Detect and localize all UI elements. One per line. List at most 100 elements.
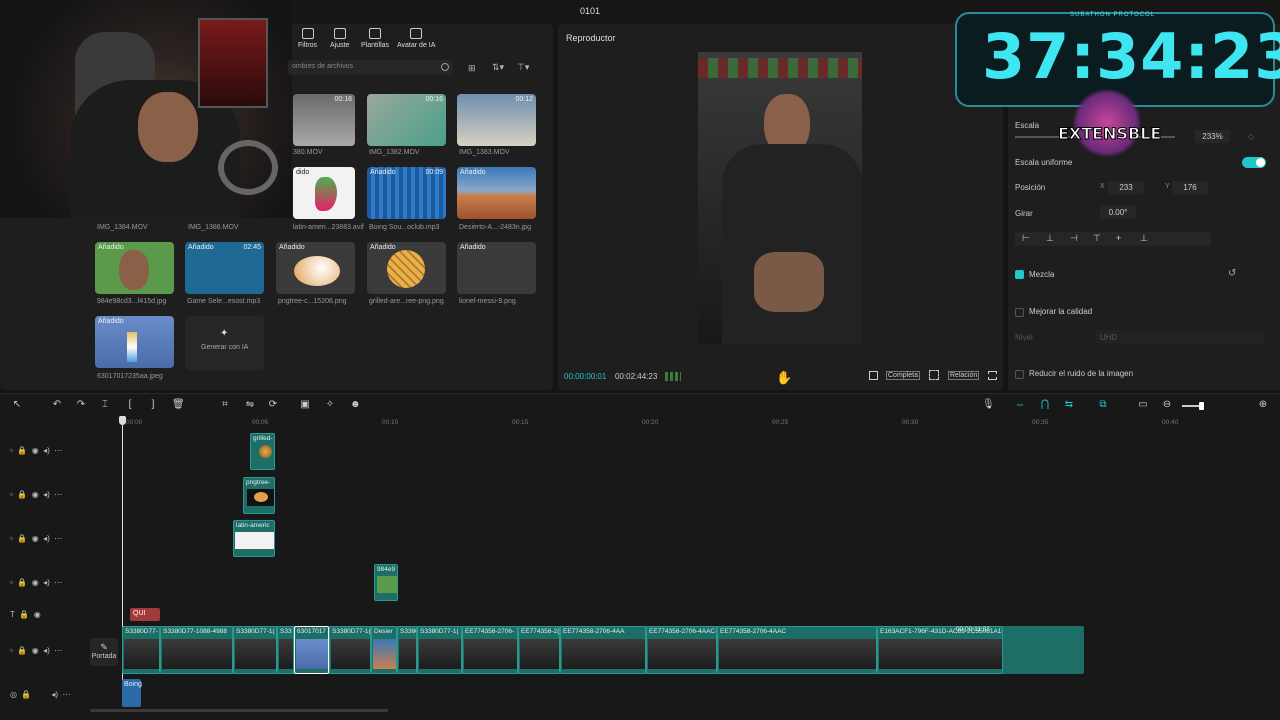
split-icon[interactable]: ⌶ <box>100 400 110 410</box>
snap-icon[interactable]: ⇆ <box>1064 400 1074 410</box>
media-thumb[interactable]: dido <box>293 167 355 219</box>
shelf-image <box>698 58 862 78</box>
text-clip[interactable]: QUI <box>130 608 160 621</box>
main-clip[interactable]: EE774358-2706- <box>462 626 518 674</box>
main-clip[interactable]: S3380D77-1( <box>233 626 277 674</box>
main-clip[interactable]: EE774358-2706-4AAC <box>717 626 877 674</box>
overlay-clip[interactable]: grilled- <box>250 433 275 470</box>
tab-templates[interactable]: Plantillas <box>361 28 389 49</box>
enhance-checkbox[interactable] <box>1015 308 1024 317</box>
tab-filters[interactable]: Filtros <box>298 28 317 49</box>
trim-left-icon[interactable]: [ <box>125 400 135 410</box>
main-clip[interactable]: E163ACF1-796F-431D-AC89-2C55081A1F1A.mov <box>877 626 1003 674</box>
overlay-clip[interactable]: 984e9 <box>374 564 398 601</box>
redo-icon[interactable]: ↷ <box>76 400 86 410</box>
media-thumb[interactable]: 00:12 <box>457 94 536 146</box>
audio-clip[interactable]: Boing <box>122 679 142 707</box>
main-clip[interactable]: 63017017 <box>294 626 329 674</box>
track-controls[interactable]: ▫ 🔒 ◉ ◂) ⋯ <box>10 578 62 587</box>
mascot-logo <box>1072 88 1142 158</box>
media-thumb[interactable]: Añadido <box>367 242 446 294</box>
zoom-slider-handle[interactable] <box>1199 402 1204 410</box>
denoise-checkbox[interactable] <box>1015 370 1024 379</box>
tab-ai-avatar[interactable]: Avatar de IA <box>397 28 435 49</box>
media-thumb[interactable]: Añadido 02:45 <box>185 242 264 294</box>
media-thumb[interactable]: Añadido <box>457 242 536 294</box>
timeline-scrollbar[interactable] <box>90 709 388 712</box>
ai-person-icon[interactable]: ☻ <box>350 400 361 410</box>
scale-value[interactable]: 233% <box>1195 130 1230 143</box>
rotate-icon[interactable]: ⟳ <box>268 400 278 410</box>
select-tool-icon[interactable]: ↖ <box>12 400 22 410</box>
media-thumb[interactable]: Añadido <box>457 167 536 219</box>
align-right-icon[interactable]: ⊣ <box>1070 233 1078 244</box>
search-input[interactable]: ombres de archivos <box>288 60 453 75</box>
align-left-icon[interactable]: ⊢ <box>1022 233 1030 244</box>
main-track-controls[interactable]: ▫ 🔒 ◉ ◂) ⋯ <box>10 646 62 655</box>
align-top-icon[interactable]: ⊤ <box>1093 233 1101 244</box>
cover-button[interactable]: ✎ Portada <box>90 638 118 666</box>
fullscreen-icon[interactable] <box>988 371 997 380</box>
level-select[interactable]: UHD <box>1095 330 1265 344</box>
track-controls[interactable]: ▫ 🔒 ◉ ◂) ⋯ <box>10 534 62 543</box>
main-clip[interactable]: S3380( <box>397 626 417 674</box>
edit-frame-icon[interactable] <box>869 371 878 380</box>
keyframe-icon[interactable]: ◇ <box>1248 132 1254 141</box>
full-quality-button[interactable]: Completa <box>886 371 920 380</box>
video-preview[interactable] <box>698 52 862 344</box>
trim-right-icon[interactable]: ] <box>148 400 158 410</box>
main-clip[interactable]: EE774358-2706-4AAC-AE <box>646 626 717 674</box>
overlay-clip[interactable]: latin-americ <box>233 520 275 557</box>
refresh-icon[interactable] <box>441 63 449 71</box>
reset-icon[interactable]: ↺ <box>1228 268 1236 279</box>
media-thumb[interactable]: 00:16 <box>367 94 446 146</box>
media-thumb[interactable]: Añadido <box>95 316 174 368</box>
microphone-icon[interactable]: 🎙 <box>982 400 995 410</box>
main-clip[interactable]: Desier <box>371 626 397 674</box>
main-clip[interactable]: S3380D77-1( <box>329 626 371 674</box>
caption-icon[interactable]: ▭ <box>1138 400 1148 410</box>
uniform-scale-toggle[interactable] <box>1242 157 1266 168</box>
media-thumb[interactable]: Añadido <box>95 242 174 294</box>
media-thumb[interactable]: Añadido <box>276 242 355 294</box>
zoom-out-icon[interactable]: ⊖ <box>1162 400 1172 410</box>
link-icon[interactable]: ⇔ <box>1015 400 1025 410</box>
main-clip[interactable]: EE774358-2( <box>518 626 560 674</box>
main-clip[interactable]: S33 <box>277 626 294 674</box>
screenshot-icon[interactable] <box>929 370 939 380</box>
track-controls[interactable]: ▫ 🔒 ◉ ◂) ⋯ <box>10 446 62 455</box>
filter-menu-icon[interactable]: ⊤▾ <box>517 62 529 73</box>
track-controls[interactable]: ▫ 🔒 ◉ ◂) ⋯ <box>10 490 62 499</box>
text-track-controls[interactable]: T 🔒 ◉ <box>10 610 41 619</box>
preview-axis-icon[interactable]: ⧉ <box>1098 400 1108 410</box>
crop-icon[interactable]: ⌗ <box>220 400 230 410</box>
tab-adjust[interactable]: Ajuste <box>330 28 349 49</box>
zoom-in-icon[interactable]: ⊕ <box>1258 400 1268 410</box>
view-toggle-icon[interactable]: ⊞ <box>468 63 476 74</box>
align-bottom-icon[interactable]: ⊥ <box>1140 233 1148 244</box>
generate-ai-button[interactable]: ✦ Generar con IA <box>185 316 264 370</box>
rotate-input[interactable]: 0.00° <box>1100 206 1136 219</box>
align-middle-icon[interactable]: + <box>1116 233 1121 243</box>
position-x-input[interactable]: 233 <box>1108 181 1144 194</box>
playhead-handle[interactable] <box>119 416 126 425</box>
undo-icon[interactable]: ↶ <box>52 400 62 410</box>
position-y-input[interactable]: 176 <box>1172 181 1208 194</box>
delete-icon[interactable]: 🗑 <box>172 400 185 410</box>
freeze-icon[interactable]: ▣ <box>300 400 310 410</box>
audio-track-controls[interactable]: ◎ 🔒 ◂) ⋯ <box>10 690 71 699</box>
main-clip[interactable]: S3380D77- <box>122 626 160 674</box>
magic-icon[interactable]: ✧ <box>325 400 335 410</box>
media-thumb[interactable]: Añadido 00:09 <box>367 167 446 219</box>
main-clip[interactable]: S3380D77-1( <box>417 626 462 674</box>
main-clip[interactable]: S3380D77-1088-4988 <box>160 626 233 674</box>
media-thumb[interactable]: 00:16 <box>293 94 355 146</box>
overlay-clip[interactable]: pngtree- <box>243 477 275 514</box>
sort-icon[interactable]: ⇅▾ <box>492 62 504 73</box>
align-center-icon[interactable]: ⊥ <box>1046 233 1054 244</box>
mirror-icon[interactable]: ⇋ <box>245 400 255 410</box>
magnet-icon[interactable]: ⋂ <box>1040 400 1050 410</box>
blend-checkbox[interactable] <box>1015 270 1024 279</box>
ratio-button[interactable]: Relación <box>948 371 980 380</box>
main-clip[interactable]: EE774358-2706-4AA <box>560 626 646 674</box>
